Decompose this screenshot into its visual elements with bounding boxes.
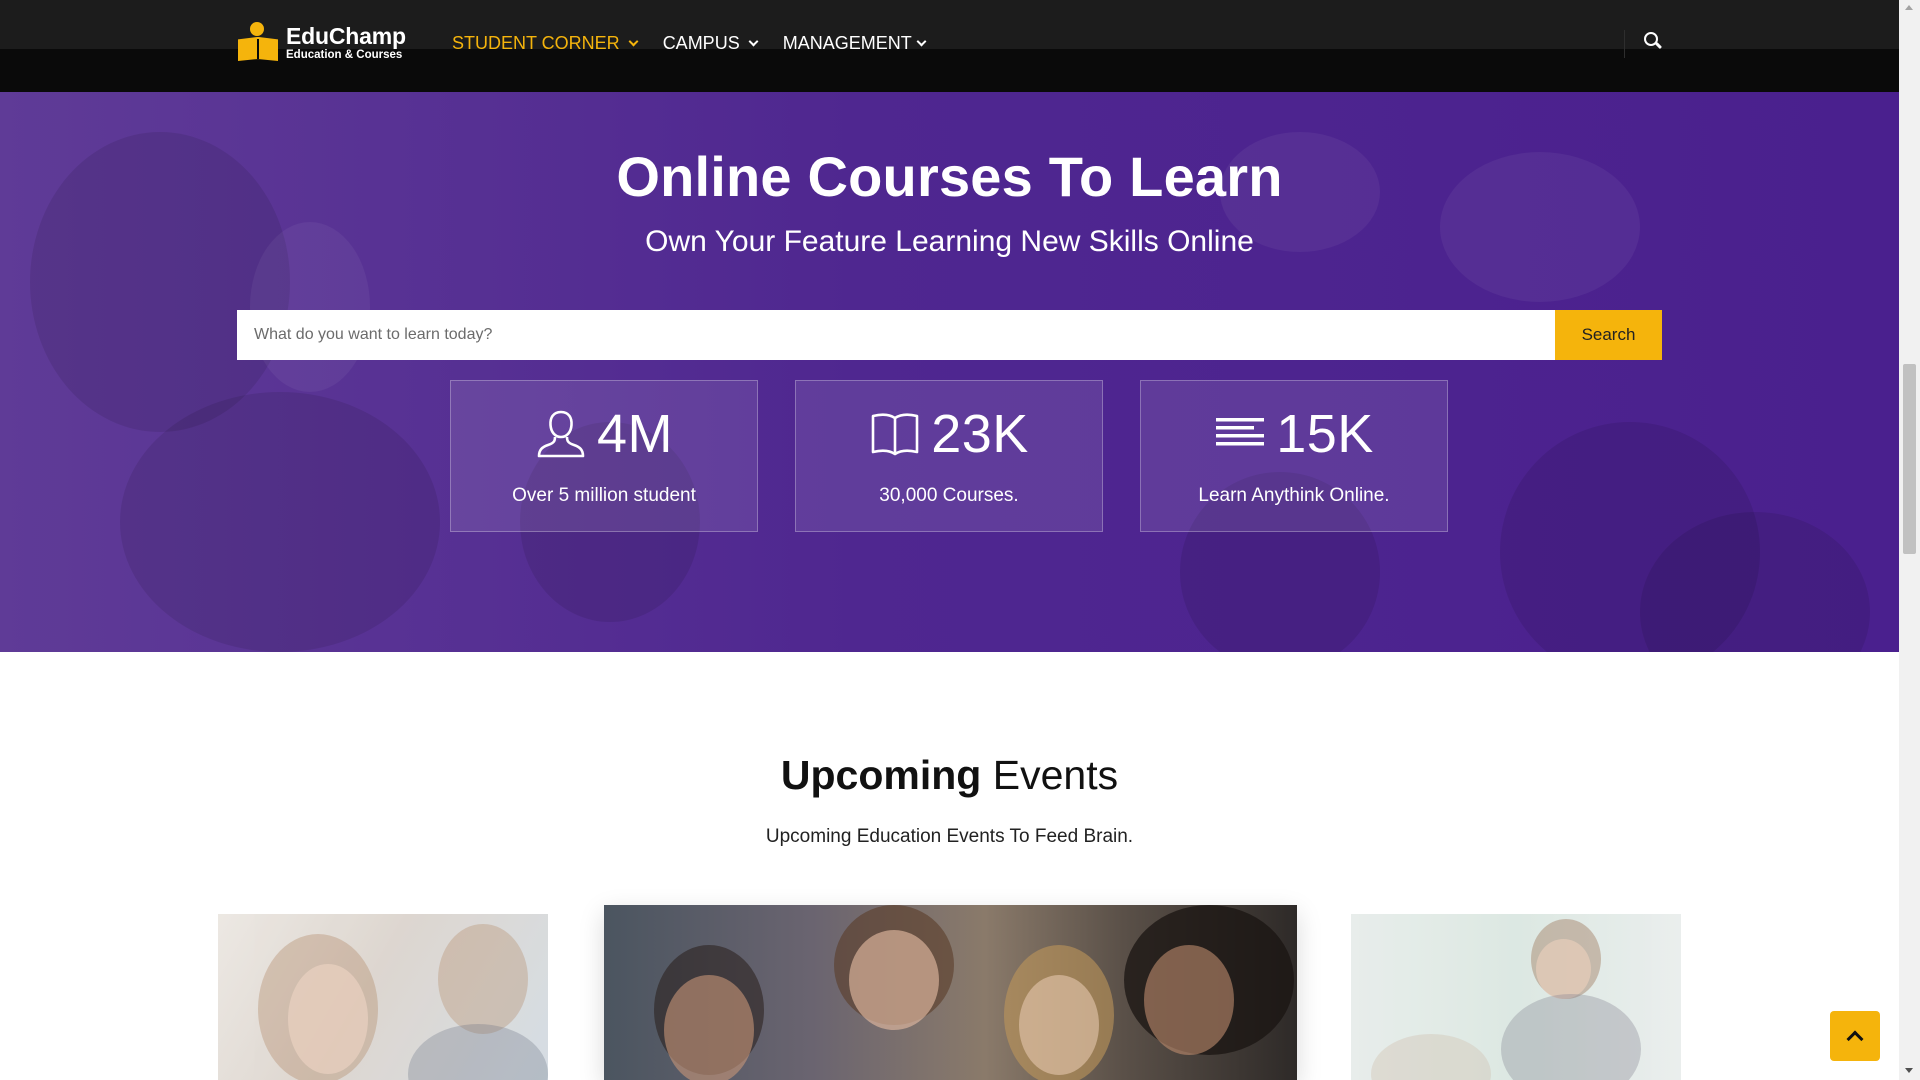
nav-item-label: CAMPUS — [662, 33, 740, 53]
main-nav: STUDENT CORNER CAMPUS MANAGEMENT — [452, 33, 951, 54]
scrollbar-thumb[interactable] — [1903, 364, 1916, 554]
site-logo[interactable]: EduChamp Education & Courses — [236, 22, 406, 64]
search-icon[interactable] — [1644, 32, 1663, 50]
lines-icon — [1216, 418, 1265, 446]
scroll-down-arrow-icon[interactable] — [1905, 1068, 1913, 1073]
user-icon — [537, 410, 585, 458]
events-subtitle: Upcoming Education Events To Feed Brain. — [765, 826, 1134, 847]
page-scrollbar[interactable] — [1899, 0, 1920, 1080]
logo-text: EduChamp Education & Courses — [286, 24, 406, 62]
stat-label: Over 5 million student — [512, 485, 696, 506]
nav-item-student-corner[interactable]: STUDENT CORNER — [452, 33, 639, 54]
event-card-image[interactable] — [1351, 914, 1681, 1080]
event-card-image[interactable] — [218, 914, 548, 1080]
stat-card-students: 4M Over 5 million student — [450, 380, 758, 532]
book-icon — [871, 413, 919, 456]
reading-person-logo-icon — [236, 22, 280, 64]
chevron-down-icon — [628, 36, 639, 46]
hero-subtitle: Own Your Feature Learning New Skills Onl… — [645, 225, 1254, 258]
stats-row: 4M Over 5 million student 23K 30,000 Cou… — [450, 380, 1485, 532]
course-search-bar: Search — [237, 310, 1662, 360]
events-heading: Upcoming Events — [0, 752, 1899, 799]
events-heading-bold: Upcoming — [780, 752, 982, 798]
brand-tagline: Education & Courses — [286, 49, 403, 61]
scroll-up-arrow-icon[interactable] — [1905, 5, 1913, 10]
chevron-down-icon — [748, 36, 759, 46]
brand-name: EduChamp — [286, 23, 406, 49]
hero-title: Online Courses To Learn — [616, 145, 1283, 208]
nav-divider — [1624, 30, 1625, 58]
nav-item-label: MANAGEMENT — [782, 33, 912, 53]
back-to-top-button[interactable] — [1830, 1011, 1880, 1061]
event-card-image[interactable] — [604, 905, 1297, 1080]
events-heading-light: Events — [992, 752, 1119, 798]
chevron-down-icon — [916, 36, 927, 46]
stat-value: 23K — [931, 404, 1029, 464]
stat-label: 30,000 Courses. — [879, 485, 1019, 506]
nav-item-campus[interactable]: CAMPUS — [662, 33, 759, 54]
nav-item-label: STUDENT CORNER — [452, 33, 620, 53]
stat-card-online: 15K Learn Anythink Online. — [1140, 380, 1448, 532]
stat-value: 15K — [1276, 404, 1374, 464]
search-button[interactable]: Search — [1555, 310, 1662, 360]
stat-value: 4M — [596, 404, 673, 464]
chevron-up-icon — [1846, 1030, 1864, 1048]
stat-label: Learn Anythink Online. — [1198, 485, 1390, 506]
site-header: EduChamp Education & Courses STUDENT COR… — [0, 0, 1899, 92]
course-search-input[interactable] — [237, 310, 1555, 360]
nav-item-management[interactable]: MANAGEMENT — [782, 33, 927, 54]
hero-section: Online Courses To Learn Own Your Feature… — [0, 92, 1899, 652]
stat-card-courses: 23K 30,000 Courses. — [795, 380, 1103, 532]
